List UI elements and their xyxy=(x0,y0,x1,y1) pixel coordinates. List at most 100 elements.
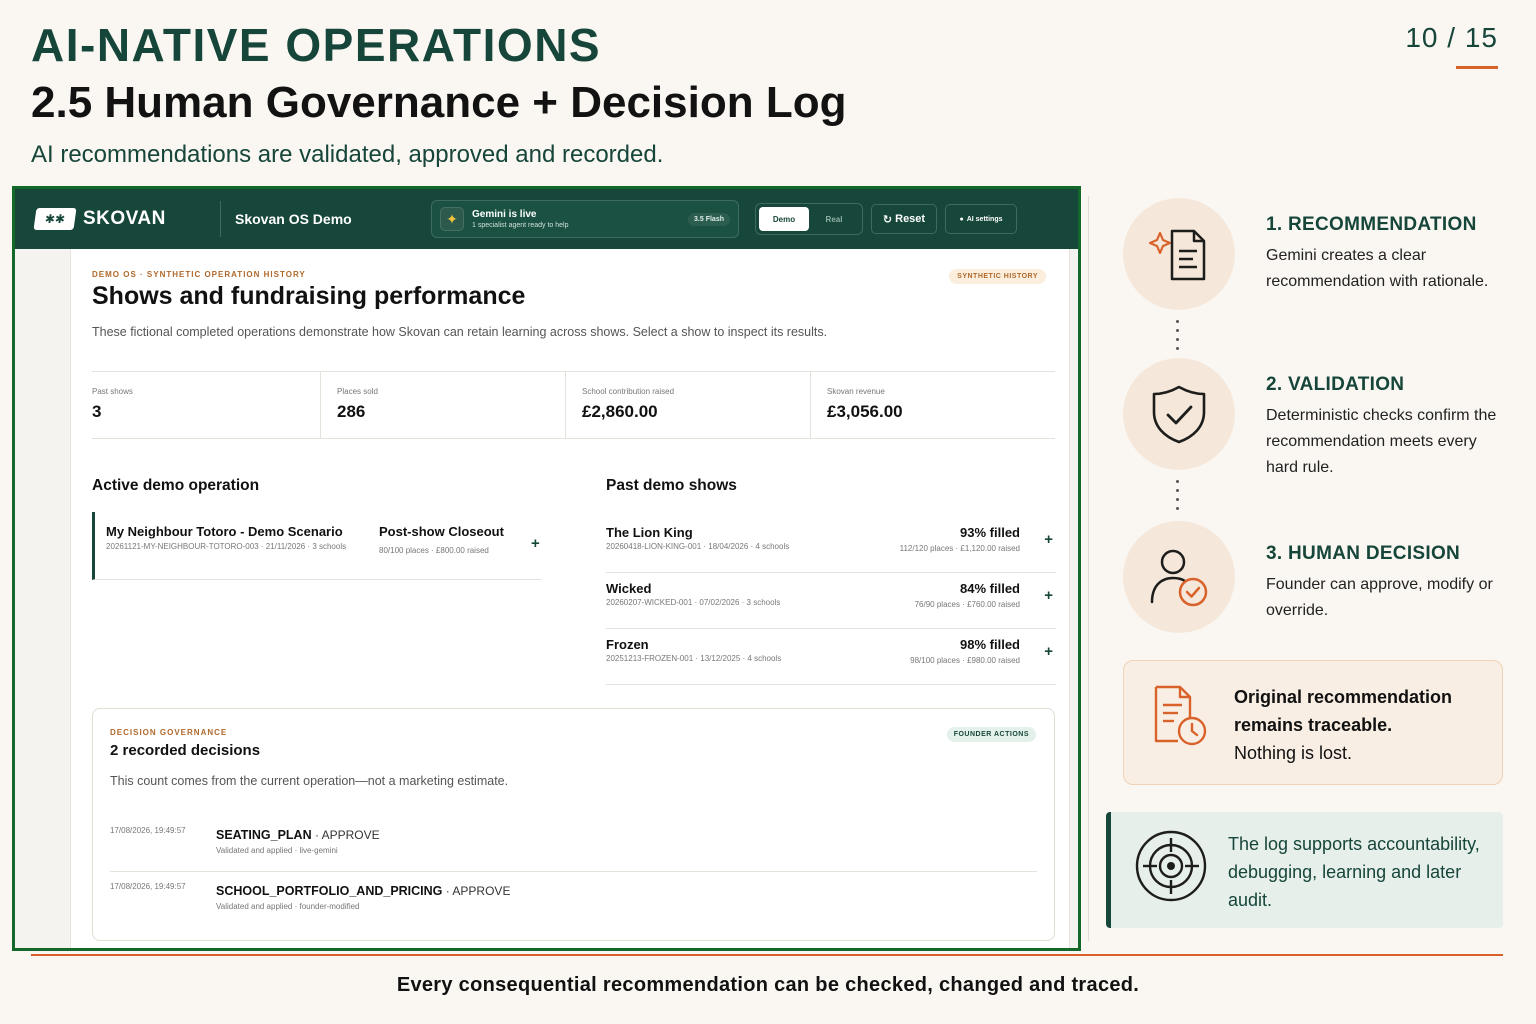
gemini-status[interactable]: ✦ Gemini is live 1 specialist agent read… xyxy=(431,200,739,238)
stat-label: Skovan revenue xyxy=(827,387,885,396)
page-number-underline xyxy=(1456,66,1498,69)
stat-value: £3,056.00 xyxy=(827,402,903,421)
show-places: 76/90 places · £760.00 raised xyxy=(914,600,1020,609)
step-title: 1. RECOMMENDATION xyxy=(1266,214,1477,235)
settings-dot-icon: ● xyxy=(959,215,964,223)
show-places: 112/120 places · £1,120.00 raised xyxy=(899,544,1020,553)
section-description: These fictional completed operations dem… xyxy=(92,325,828,339)
step-body: Gemini creates a clear recommendation wi… xyxy=(1266,247,1489,290)
slide-kicker: AI-NATIVE OPERATIONS xyxy=(31,19,602,71)
ai-settings-button[interactable]: ● AI settings xyxy=(945,204,1017,234)
shield-check-icon xyxy=(1152,385,1206,444)
show-places: 98/100 places · £980.00 raised xyxy=(910,656,1020,665)
mode-demo-button[interactable]: Demo xyxy=(759,207,809,231)
stat-school-contribution: School contribution raised £2,860.00 xyxy=(565,372,810,438)
mode-real-button[interactable]: Real xyxy=(809,207,859,231)
past-show-row[interactable]: Wicked 20260207-WICKED-001 · 07/02/2026 … xyxy=(606,573,1056,629)
section-eyebrow: DEMO OS · SYNTHETIC OPERATION HISTORY xyxy=(92,270,306,279)
traceability-card: Original recommendation remains traceabl… xyxy=(1123,660,1503,785)
past-shows-heading: Past demo shows xyxy=(606,477,737,494)
logo-text: SKOVAN xyxy=(83,208,166,229)
decision-meta: Validated and applied · live-gemini xyxy=(216,846,338,855)
step-body: Founder can approve, modify or override. xyxy=(1266,576,1493,619)
page-number: 10 / 15 xyxy=(1405,22,1498,53)
app-header: ✱✱ SKOVAN Skovan OS Demo ✦ Gemini is liv… xyxy=(15,189,1078,249)
decision-row[interactable]: 17/08/2026, 19:49:57 SEATING_PLAN · APPR… xyxy=(110,816,1037,872)
user-check-icon xyxy=(1150,549,1208,607)
step-body: Deterministic checks confirm the recomme… xyxy=(1266,407,1497,476)
skovan-ticket-icon: ✱✱ xyxy=(33,208,77,230)
reset-icon: ↻ xyxy=(882,213,893,226)
step-connector xyxy=(1176,480,1179,510)
show-fill-rate: 93% filled xyxy=(960,525,1020,540)
stat-skovan-revenue: Skovan revenue £3,056.00 xyxy=(810,372,1055,438)
stats-bar: Past shows 3 Places sold 286 School cont… xyxy=(92,371,1055,439)
gemini-status-title: Gemini is live xyxy=(472,209,537,220)
active-operation-item[interactable]: My Neighbour Totoro - Demo Scenario 2026… xyxy=(92,512,542,580)
traceability-statement: Original recommendation remains traceabl… xyxy=(1234,687,1453,735)
model-badge: 3.5 Flash xyxy=(688,212,730,226)
validation-step-badge xyxy=(1123,358,1235,470)
ai-settings-label: AI settings xyxy=(966,215,1003,223)
operation-status-title: Post-show Closeout xyxy=(379,524,504,539)
past-show-row[interactable]: Frozen 20251213-FROZEN-001 · 13/12/2025 … xyxy=(606,629,1056,685)
human-decision-step-badge xyxy=(1123,521,1235,633)
stat-label: Places sold xyxy=(337,387,378,396)
decision-key: SCHOOL_PORTFOLIO_AND_PRICING xyxy=(216,884,443,898)
stat-past-shows: Past shows 3 xyxy=(92,372,320,438)
document-clock-icon xyxy=(1154,685,1207,746)
operation-status-meta: 80/100 places · £800.00 raised xyxy=(379,546,489,555)
expand-plus-icon[interactable]: + xyxy=(1044,643,1053,660)
show-fill-rate: 84% filled xyxy=(960,581,1020,596)
step-title: 3. HUMAN DECISION xyxy=(1266,543,1461,564)
slide-title: 2.5 Human Governance + Decision Log xyxy=(31,78,847,127)
reset-button[interactable]: ↻ Reset xyxy=(871,204,937,234)
governance-eyebrow: DECISION GOVERNANCE xyxy=(110,728,228,737)
footer-statement: Every consequential recommendation can b… xyxy=(396,974,1140,996)
governance-title: 2 recorded decisions xyxy=(110,742,261,759)
document-sparkle-icon xyxy=(1148,229,1206,281)
step-connector xyxy=(1176,320,1179,350)
sparkle-icon: ✦ xyxy=(440,207,464,231)
expand-plus-icon[interactable]: + xyxy=(1044,531,1053,548)
stat-label: Past shows xyxy=(92,387,133,396)
operation-status: Post-show Closeout 80/100 places · £800.… xyxy=(379,524,504,555)
founder-actions-badge: FOUNDER ACTIONS xyxy=(946,727,1036,742)
app-content: DEMO OS · SYNTHETIC OPERATION HISTORY SY… xyxy=(70,249,1070,948)
app-name: Skovan OS Demo xyxy=(235,211,352,227)
decision-governance-card: DECISION GOVERNANCE FOUNDER ACTIONS 2 re… xyxy=(92,708,1055,941)
decision-meta: Validated and applied · founder-modified xyxy=(216,902,360,911)
column-divider xyxy=(1088,196,1089,941)
governance-description: This count comes from the current operat… xyxy=(110,774,509,788)
decision-key: SEATING_PLAN xyxy=(216,828,312,842)
stat-value: 3 xyxy=(92,402,102,421)
synthetic-history-badge: SYNTHETIC HISTORY xyxy=(949,269,1046,284)
past-shows-list: The Lion King 20260418-LION-KING-001 · 1… xyxy=(606,517,1056,685)
expand-plus-icon[interactable]: + xyxy=(531,535,540,552)
stat-places-sold: Places sold 286 xyxy=(320,372,565,438)
decision-row[interactable]: 17/08/2026, 19:49:57 SCHOOL_PORTFOLIO_AN… xyxy=(110,872,1037,928)
audit-log-card: The log supports accountability, debuggi… xyxy=(1106,812,1503,928)
stat-value: £2,860.00 xyxy=(582,402,658,421)
show-fill-rate: 98% filled xyxy=(960,637,1020,652)
stat-label: School contribution raised xyxy=(582,387,675,396)
slide-subtitle: AI recommendations are validated, approv… xyxy=(31,141,664,168)
target-icon xyxy=(1135,830,1207,902)
app-logo[interactable]: ✱✱ SKOVAN xyxy=(33,208,220,230)
header-divider xyxy=(220,201,221,237)
traceability-note: Nothing is lost. xyxy=(1234,743,1353,763)
past-show-row[interactable]: The Lion King 20260418-LION-KING-001 · 1… xyxy=(606,517,1056,573)
reset-label: Reset xyxy=(895,213,926,225)
decision-time: 17/08/2026, 19:49:57 xyxy=(110,826,186,835)
active-operation-heading: Active demo operation xyxy=(92,477,260,494)
audit-log-text: The log supports accountability, debuggi… xyxy=(1228,834,1480,910)
stat-value: 286 xyxy=(337,402,366,421)
section-title: Shows and fundraising performance xyxy=(92,282,526,310)
recommendation-step-badge xyxy=(1123,198,1235,310)
decision-time: 17/08/2026, 19:49:57 xyxy=(110,882,186,891)
decision-list: 17/08/2026, 19:49:57 SEATING_PLAN · APPR… xyxy=(110,816,1037,928)
expand-plus-icon[interactable]: + xyxy=(1044,587,1053,604)
decision-action: · APPROVE xyxy=(311,828,380,842)
app-screenshot-frame: ✱✱ SKOVAN Skovan OS Demo ✦ Gemini is liv… xyxy=(12,186,1081,951)
mode-toggle[interactable]: Demo Real xyxy=(755,203,863,235)
